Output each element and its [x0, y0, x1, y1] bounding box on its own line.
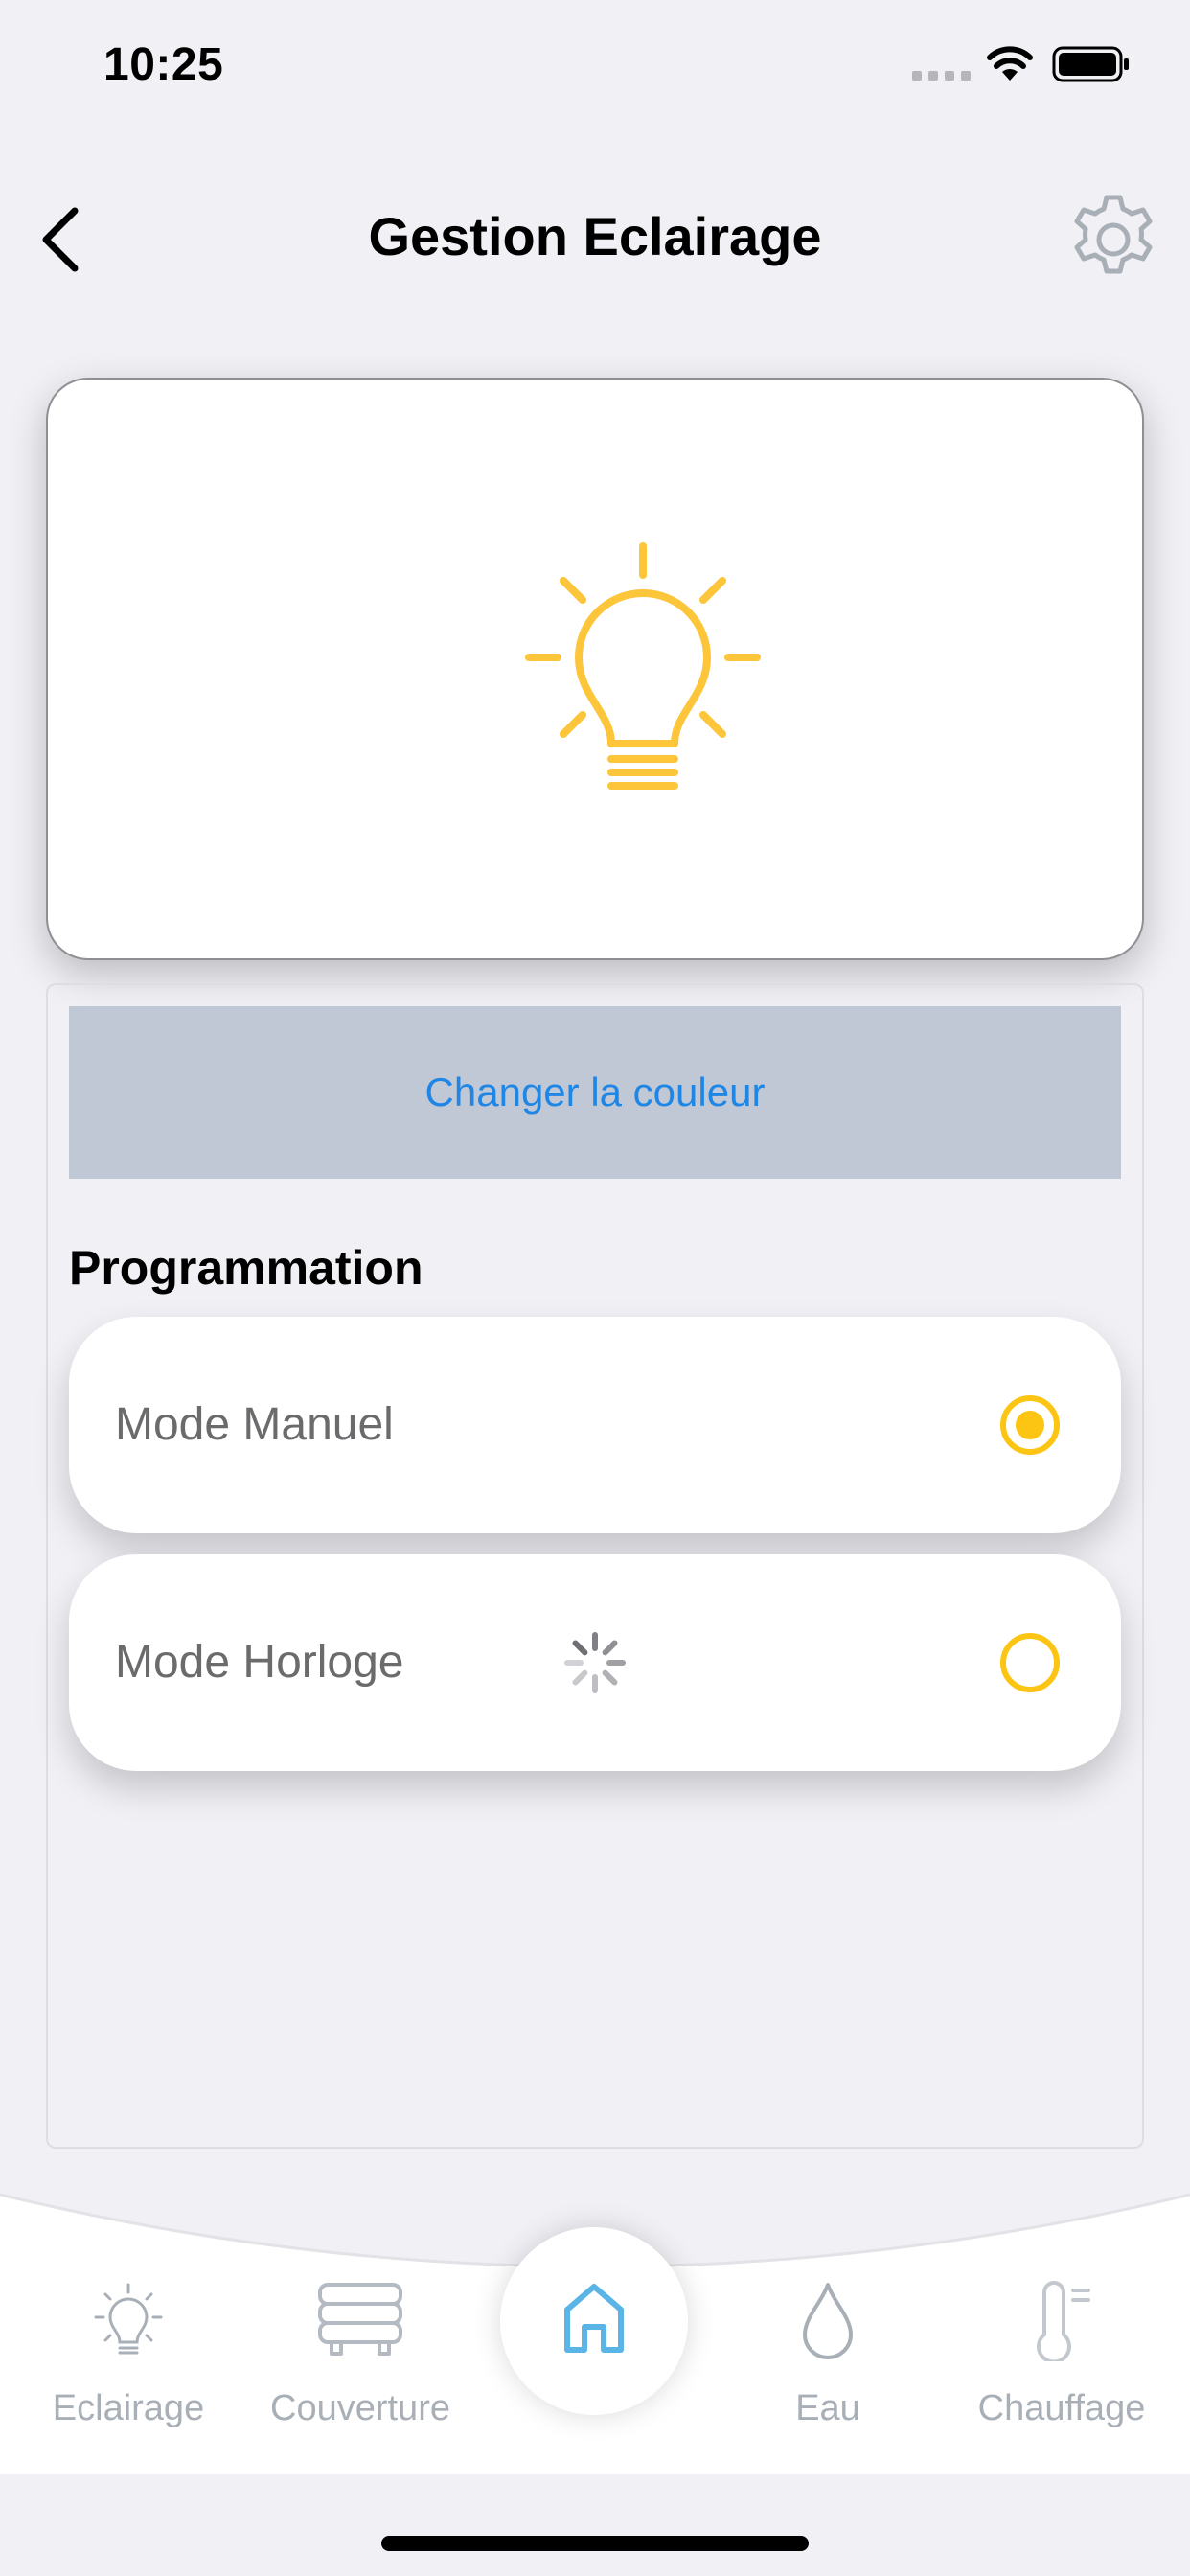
mode-manuel-option[interactable]: Mode Manuel [69, 1317, 1121, 1533]
status-time: 10:25 [103, 39, 224, 90]
wifi-icon [987, 46, 1033, 80]
tab-eclairage[interactable]: Eclairage [23, 2271, 234, 2444]
battery-icon [1052, 46, 1129, 82]
tab-couverture[interactable]: Couverture [255, 2271, 466, 2444]
loading-spinner-icon [564, 1632, 626, 1693]
water-drop-icon [803, 2283, 853, 2359]
page-title: Gestion Eclairage [368, 206, 822, 266]
change-color-button[interactable]: Changer la couleur [69, 1006, 1121, 1179]
lightbulb-icon [525, 542, 761, 790]
status-bar: 10:25 [0, 0, 1190, 126]
tab-label: Couverture [270, 2388, 450, 2428]
radio-unselected-icon[interactable] [1000, 1633, 1060, 1692]
radio-selected-icon[interactable] [1000, 1395, 1060, 1455]
tab-eau[interactable]: Eau [722, 2271, 933, 2444]
tab-label: Chauffage [977, 2388, 1146, 2428]
home-icon [564, 2284, 624, 2353]
gear-icon [1074, 195, 1153, 274]
home-indicator[interactable] [381, 2536, 809, 2551]
tab-label: Eclairage [52, 2388, 205, 2428]
radio-dot [1016, 1411, 1044, 1439]
settings-button[interactable] [1065, 192, 1161, 288]
mode-horloge-option[interactable]: Mode Horloge [69, 1554, 1121, 1771]
tab-home[interactable] [500, 2227, 688, 2415]
pool-cover-icon [318, 2283, 402, 2356]
tab-label: Eau [795, 2388, 860, 2428]
lighting-preview-card [46, 378, 1144, 960]
mode-label: Mode Horloge [115, 1637, 404, 1688]
cellular-signal-icon [912, 71, 971, 80]
tab-chauffage[interactable]: Chauffage [956, 2271, 1167, 2444]
section-title: Programmation [69, 1241, 423, 1295]
lightbulb-icon [94, 2283, 163, 2355]
mode-label: Mode Manuel [115, 1399, 394, 1450]
thermometer-icon [1037, 2281, 1090, 2361]
